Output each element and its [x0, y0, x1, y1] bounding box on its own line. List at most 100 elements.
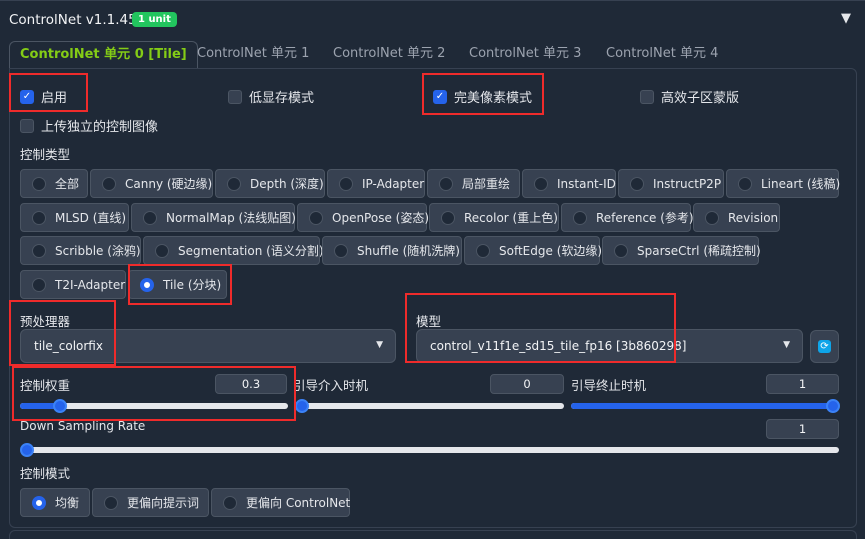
tab-unit-3[interactable]: ControlNet 单元 3	[469, 41, 581, 69]
control-type-option[interactable]: SoftEdge (软边缘)	[464, 236, 603, 265]
tab-unit-4[interactable]: ControlNet 单元 4	[606, 41, 718, 69]
control-type-label: 控制类型	[20, 147, 71, 162]
option-label: Segmentation (语义分割)	[178, 244, 324, 258]
option-label: T2I-Adapter	[55, 277, 126, 292]
radio-icon	[32, 243, 46, 258]
control-type-option[interactable]: 全部	[20, 169, 88, 198]
control-type-option[interactable]: Shuffle (随机洗牌)	[322, 236, 462, 265]
option-label: 均衡	[55, 496, 80, 510]
control-type-option[interactable]: Reference (参考)	[561, 203, 694, 232]
option-label: Lineart (线稿)	[761, 177, 841, 191]
dropdown-arrow-icon: ▼	[376, 340, 383, 350]
option-label: Scribble (涂鸦)	[55, 244, 141, 258]
end-slider[interactable]	[571, 399, 840, 413]
option-label: SparseCtrl (稀疏控制)	[637, 244, 761, 258]
option-label: MLSD (直线)	[55, 211, 127, 225]
highlight-preprocessor	[9, 300, 116, 366]
radio-icon	[705, 210, 719, 225]
radio-icon	[334, 243, 348, 258]
radio-icon	[738, 176, 752, 191]
start-slider-thumb[interactable]	[295, 399, 309, 413]
collapse-arrow-icon[interactable]: ▼	[841, 11, 851, 26]
controlnet-title[interactable]: ControlNet v1.1.455	[9, 12, 145, 28]
option-label: OpenPose (姿态)	[332, 211, 430, 225]
control-mode-controlnet[interactable]: 更偏向 ControlNet	[211, 488, 350, 517]
option-label: Shuffle (随机洗牌)	[357, 244, 460, 258]
control-mode-prompt[interactable]: 更偏向提示词	[92, 488, 209, 517]
highlight-model	[405, 293, 676, 363]
radio-icon	[339, 176, 353, 191]
tab-unit-2[interactable]: ControlNet 单元 2	[333, 41, 445, 69]
control-type-option[interactable]: Canny (硬边缘)	[90, 169, 213, 198]
option-label: 局部重绘	[462, 177, 511, 191]
end-label: 引导终止时机	[571, 378, 647, 393]
option-label: IP-Adapter	[362, 176, 425, 191]
end-slider-thumb[interactable]	[826, 399, 840, 413]
option-label: Canny (硬边缘)	[125, 177, 213, 191]
radio-icon	[534, 176, 548, 191]
refresh-models-button[interactable]: ⟳	[810, 330, 839, 363]
radio-icon	[309, 210, 323, 225]
control-type-option[interactable]: OpenPose (姿态)	[297, 203, 430, 232]
controlnet-panel: ControlNet v1.1.455 1 unit ▼ ControlNet …	[0, 0, 865, 539]
radio-icon	[32, 176, 46, 191]
down-sampling-slider-thumb[interactable]	[20, 443, 34, 457]
option-label: Revision	[728, 210, 779, 225]
control-type-option[interactable]: Segmentation (语义分割)	[143, 236, 324, 265]
control-type-option[interactable]: Scribble (涂鸦)	[20, 236, 141, 265]
end-number-input[interactable]: 1	[766, 374, 839, 394]
lowvram-label: 低显存模式	[249, 91, 315, 106]
control-type-option[interactable]: 局部重绘	[427, 169, 520, 198]
upload-independent-label: 上传独立的控制图像	[41, 120, 159, 135]
control-type-option[interactable]: Lineart (线稿)	[726, 169, 841, 198]
option-label: Recolor (重上色)	[464, 211, 558, 225]
control-type-option[interactable]: IP-Adapter	[327, 169, 425, 198]
control-type-option[interactable]: MLSD (直线)	[20, 203, 129, 232]
control-type-option[interactable]: T2I-Adapter	[20, 270, 126, 299]
option-label: SoftEdge (软边缘)	[499, 244, 603, 258]
radio-icon	[476, 243, 490, 258]
option-label: Instant-ID	[557, 176, 616, 191]
checkbox-unchecked-icon	[228, 89, 242, 104]
start-slider[interactable]	[295, 399, 564, 413]
effective-region-label: 高效子区蒙版	[661, 91, 740, 106]
highlight-weight	[12, 366, 296, 421]
control-type-option[interactable]: SparseCtrl (稀疏控制)	[602, 236, 761, 265]
upload-independent-checkbox[interactable]: 上传独立的控制图像	[20, 116, 158, 135]
radio-icon	[227, 176, 241, 191]
radio-icon	[439, 176, 453, 191]
control-mode-balanced[interactable]: 均衡	[20, 488, 90, 517]
radio-icon	[573, 210, 587, 225]
control-type-option[interactable]: Revision	[693, 203, 780, 232]
control-type-option[interactable]: InstructP2P	[618, 169, 724, 198]
start-label: 引导介入时机	[293, 378, 369, 393]
down-sampling-slider[interactable]	[20, 443, 839, 457]
tab-unit-1[interactable]: ControlNet 单元 1	[197, 41, 309, 69]
option-label: Reference (参考)	[596, 211, 694, 225]
start-number-input[interactable]: 0	[490, 374, 564, 394]
control-type-option[interactable]: Instant-ID	[522, 169, 616, 198]
dropdown-arrow-icon: ▼	[783, 340, 790, 350]
radio-icon	[143, 210, 157, 225]
control-type-option[interactable]: Recolor (重上色)	[429, 203, 559, 232]
radio-icon	[32, 277, 46, 292]
option-label: NormalMap (法线贴图)	[166, 211, 296, 225]
effective-region-checkbox[interactable]: 高效子区蒙版	[640, 87, 739, 106]
radio-icon	[104, 495, 118, 510]
option-label: 更偏向 ControlNet	[246, 496, 351, 510]
unit-count-badge: 1 unit	[132, 12, 177, 27]
tab-unit-0[interactable]: ControlNet 单元 0 [Tile]	[9, 41, 198, 69]
option-label: InstructP2P	[653, 176, 722, 191]
radio-selected-icon	[32, 495, 46, 510]
lowvram-checkbox[interactable]: 低显存模式	[228, 87, 314, 106]
radio-icon	[614, 243, 628, 258]
down-sampling-label: Down Sampling Rate	[20, 419, 146, 433]
control-type-option[interactable]: Depth (深度)	[215, 169, 325, 198]
control-type-option[interactable]: NormalMap (法线贴图)	[131, 203, 296, 232]
control-mode-label: 控制模式	[20, 466, 71, 481]
option-label: Depth (深度)	[250, 177, 324, 191]
down-sampling-number-input[interactable]: 1	[766, 419, 839, 439]
radio-icon	[441, 210, 455, 225]
refresh-icon: ⟳	[818, 340, 831, 353]
option-label: 更偏向提示词	[127, 496, 200, 510]
